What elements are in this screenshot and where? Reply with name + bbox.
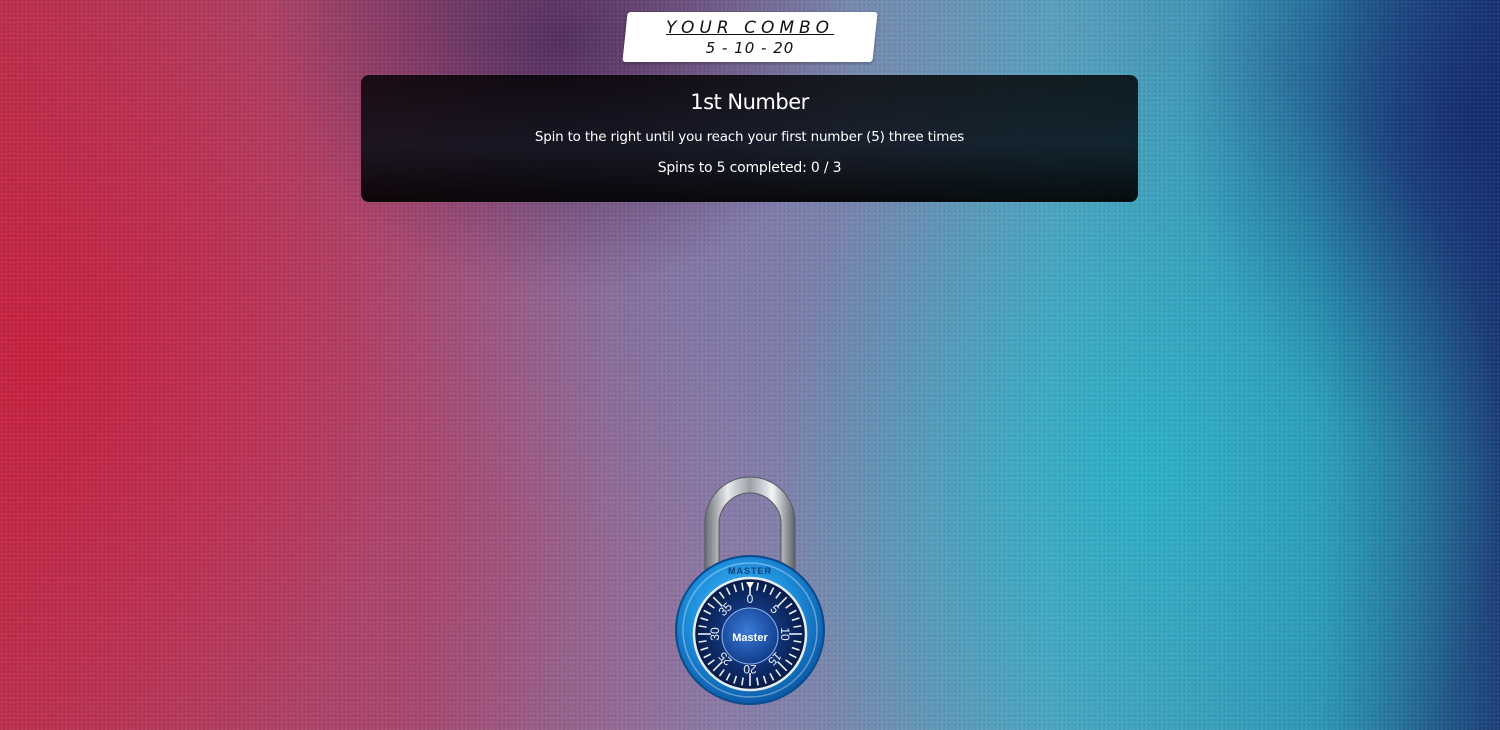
step-instruction: Spin to the right until you reach your f…	[534, 129, 965, 145]
combo-numbers: 5 - 10 - 20	[705, 39, 795, 57]
combination-lock[interactable]: MASTER 0 5 10 15 20 25 30 35 Master	[675, 470, 825, 710]
padlock-icon: MASTER 05101520253035 Master	[675, 476, 825, 705]
spin-progress: Spins to 5 completed: 0 / 3	[657, 160, 842, 176]
combo-tag: YOUR COMBO 5 - 10 - 20	[625, 12, 875, 62]
dial-number: 0	[747, 592, 754, 606]
lock-brand: Master	[732, 632, 768, 644]
dial-number: 30	[708, 627, 722, 641]
lock-rim-brand: MASTER	[728, 566, 772, 576]
dial-number: 10	[778, 627, 792, 641]
combo-title: YOUR COMBO	[665, 18, 835, 38]
instruction-panel: 1st Number Spin to the right until you r…	[361, 75, 1138, 202]
step-title: 1st Number	[690, 90, 809, 114]
